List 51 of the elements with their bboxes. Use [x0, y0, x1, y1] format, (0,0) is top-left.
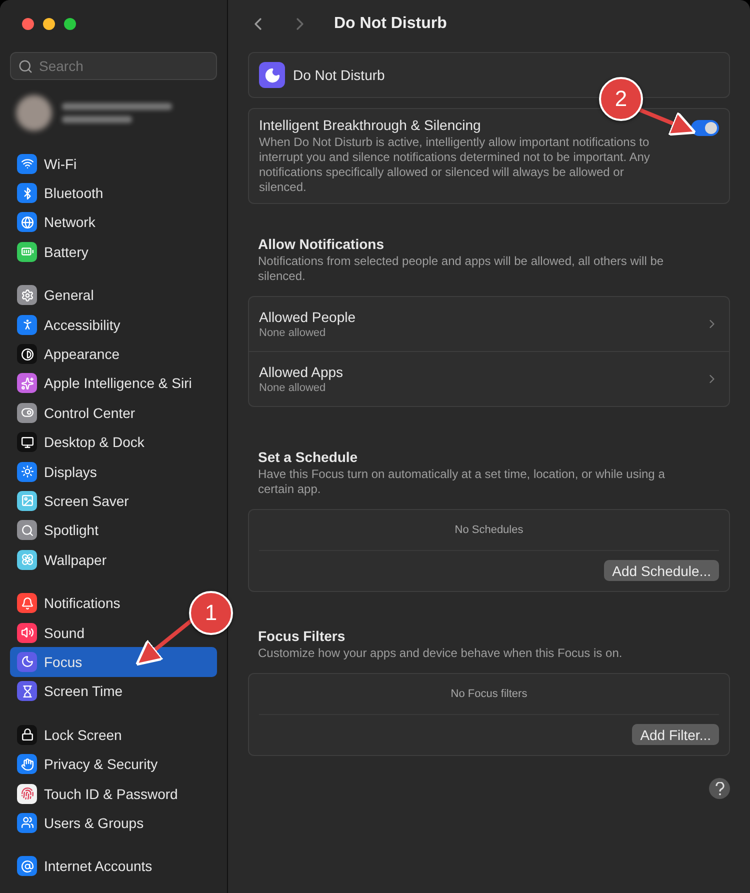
empty-message: No Schedules	[454, 524, 524, 536]
sidebar-item[interactable]: Sound	[10, 618, 92, 648]
focus-name: Do Not Disturb	[293, 67, 385, 83]
sidebar-item[interactable]: Control Center	[10, 398, 142, 428]
search-field[interactable]: Search	[10, 52, 217, 80]
add-button[interactable]: Add Filter...	[632, 724, 719, 745]
close-button[interactable]	[22, 18, 34, 30]
question-mark-icon	[714, 782, 724, 796]
add-button[interactable]: Add Schedule...	[604, 560, 719, 581]
sidebar-item[interactable]: Focus	[10, 647, 217, 677]
section-description: Have this Focus turn on automatically at a set time, location, or while using a certain app.	[258, 467, 666, 497]
section-title: Focus Filters	[258, 628, 346, 644]
setting-title: Intelligent Breakthrough & Silencing	[259, 117, 482, 133]
sidebar-item[interactable]: Notifications	[10, 588, 128, 618]
help-button[interactable]	[709, 778, 730, 799]
sidebar-item[interactable]: Apple Intelligence & Siri	[10, 368, 199, 398]
sidebar-item[interactable]: Privacy & Security	[10, 749, 165, 779]
sidebar-item[interactable]: Displays	[10, 456, 104, 486]
sidebar-item[interactable]: Spotlight	[10, 516, 106, 546]
zoom-button[interactable]	[64, 18, 76, 30]
section-description: Notifications from selected people and apps will be allowed, all others will be silenced.	[258, 254, 665, 284]
empty-message: No Focus filters	[450, 688, 528, 700]
section-description: Customize how your apps and device behave when this Focus is on.	[258, 646, 624, 661]
moon-icon	[259, 62, 285, 88]
toggle-switch[interactable]	[691, 120, 719, 136]
sidebar-item[interactable]: Desktop & Dock	[10, 428, 152, 457]
annotation-arrow	[639, 108, 696, 136]
sidebar-item[interactable]: Battery	[10, 237, 96, 267]
section-title: Set a Schedule	[258, 449, 359, 465]
page-title: Do Not Disturb	[334, 15, 447, 33]
sidebar-item[interactable]: Touch ID & Password	[10, 778, 185, 808]
sidebar-item[interactable]: Appearance	[10, 339, 127, 369]
section-title: Allow Notifications	[258, 236, 385, 252]
annotation-arrow	[135, 618, 194, 666]
list-row[interactable]: Allowed People None allowed	[249, 297, 729, 351]
setting-description: When Do Not Disturb is active, intelligently allow important notifications to interrupt you and silence notifications determined not to be important. Any notifications specifically allowed or silenced will always be allowed or silenced.	[259, 135, 651, 195]
avatar[interactable]	[16, 95, 52, 131]
sidebar-item[interactable]: Internet Accounts	[10, 852, 160, 881]
sidebar-item[interactable]: Users & Groups	[10, 808, 151, 838]
sidebar-item[interactable]: Network	[10, 208, 102, 238]
sidebar-item[interactable]: Accessibility	[10, 310, 128, 340]
sidebar-item[interactable]: General	[10, 280, 101, 310]
sidebar-item[interactable]: Screen Saver	[10, 486, 136, 516]
sidebar-item[interactable]: Wi-Fi	[10, 149, 84, 178]
sidebar-item[interactable]: Bluetooth	[10, 178, 110, 208]
sidebar-item[interactable]: Wallpaper	[10, 545, 114, 574]
sidebar-item[interactable]: Lock Screen	[10, 720, 129, 750]
search-icon	[18, 59, 33, 74]
minimize-button[interactable]	[43, 18, 55, 30]
sidebar-item[interactable]: Screen Time	[10, 676, 130, 706]
list-row[interactable]: Allowed Apps None allowed	[249, 351, 729, 406]
